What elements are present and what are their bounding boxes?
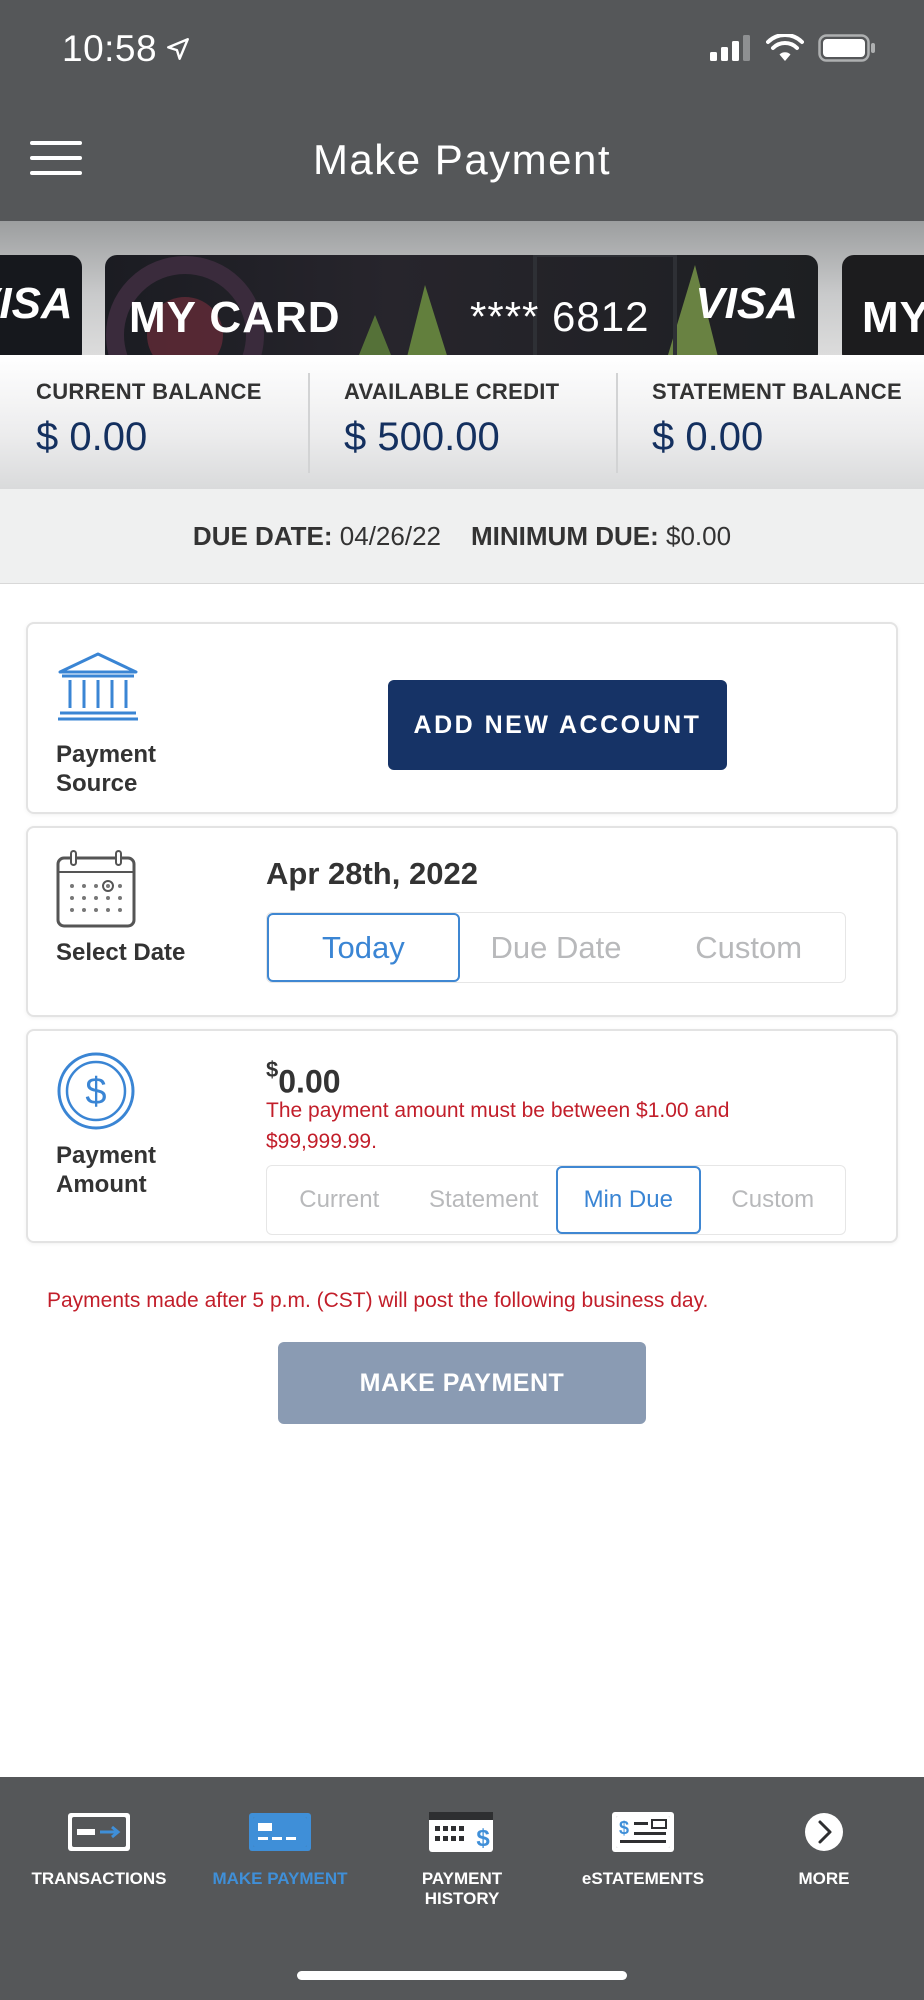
status-time: 10:58 <box>62 28 191 70</box>
nav-label: TRANSACTIONS <box>31 1869 167 1888</box>
current-balance: CURRENT BALANCE $ 0.00 <box>0 355 308 489</box>
balance-label: CURRENT BALANCE <box>36 379 262 404</box>
bottom-navigation: TRANSACTIONS MAKE PAYMENT $ PAYMENT HIST… <box>0 1777 924 2000</box>
amount-option-selector: Current Statement Min Due Custom <box>266 1165 846 1235</box>
dollar-circle-icon: $ <box>56 1051 136 1136</box>
amount-option-custom[interactable]: Custom <box>701 1166 846 1234</box>
balance-summary: CURRENT BALANCE $ 0.00 AVAILABLE CREDIT … <box>0 355 924 489</box>
svg-text:$: $ <box>476 1825 490 1852</box>
label-line: Payment <box>56 741 157 768</box>
location-arrow-icon <box>167 38 190 60</box>
due-date-value: 04/26/22 <box>339 520 441 551</box>
label-line: Payment <box>56 1142 157 1169</box>
transactions-icon <box>14 1807 184 1857</box>
label-line: Amount <box>56 1171 147 1198</box>
balance-label: STATEMENT BALANCE <box>652 379 902 404</box>
due-date-label: DUE DATE: <box>192 520 333 551</box>
nav-label-line: PAYMENT <box>421 1869 503 1888</box>
visa-logo: VISA <box>695 279 798 328</box>
nav-make-payment[interactable]: MAKE PAYMENT <box>195 1807 365 1889</box>
bank-icon <box>56 652 140 727</box>
amount-option-min-due[interactable]: Min Due <box>556 1166 701 1234</box>
nav-estatements[interactable]: $ eSTATEMENTS <box>558 1807 728 1889</box>
nav-payment-history[interactable]: $ PAYMENT HISTORY <box>377 1807 547 1909</box>
selected-date: Apr 28th, 2022 <box>266 856 478 891</box>
due-date: DUE DATE: 04/26/22 <box>193 521 441 552</box>
amount-option-statement[interactable]: Statement <box>412 1166 557 1234</box>
amount-option-current[interactable]: Current <box>267 1166 412 1234</box>
currency-symbol: $ <box>266 1057 279 1082</box>
date-option-custom[interactable]: Custom <box>652 913 845 982</box>
page-title: Make Payment <box>312 136 612 183</box>
make-payment-button[interactable]: MAKE PAYMENT <box>278 1342 646 1424</box>
battery-icon <box>818 34 875 62</box>
minimum-due-value: $0.00 <box>666 520 732 551</box>
balance-value: $ 0.00 <box>36 415 148 459</box>
make-payment-icon <box>195 1807 365 1857</box>
nav-label: PAYMENT HISTORY <box>377 1869 547 1909</box>
payment-amount-label: Payment Amount <box>56 1141 156 1199</box>
status-indicators <box>710 34 876 62</box>
cutoff-notice: Payments made after 5 p.m. (CST) will po… <box>47 1289 709 1312</box>
payment-history-icon: $ <box>377 1807 547 1857</box>
estatements-icon: $ <box>558 1807 728 1857</box>
available-credit: AVAILABLE CREDIT $ 500.00 <box>308 355 616 489</box>
nav-label-line: HISTORY <box>424 1889 500 1908</box>
card-next[interactable]: MY <box>842 255 924 355</box>
amount-error-message: The payment amount must be between $1.00… <box>266 1099 730 1153</box>
visa-logo: VISA <box>0 279 73 328</box>
balance-label: AVAILABLE CREDIT <box>344 379 560 404</box>
svg-text:$: $ <box>619 1818 629 1838</box>
nav-more[interactable]: MORE <box>739 1807 909 1889</box>
svg-text:$: $ <box>85 1071 106 1113</box>
top-header: 10:58 Make Payment <box>0 0 924 221</box>
card-number: **** 6812 <box>470 293 650 340</box>
balance-value: $ 500.00 <box>344 415 500 459</box>
payment-source-panel: Payment Source ADD NEW ACCOUNT <box>26 622 898 814</box>
nav-label: MAKE PAYMENT <box>212 1869 348 1888</box>
nav-label: MORE <box>798 1869 850 1888</box>
balance-value: $ 0.00 <box>652 415 764 459</box>
minimum-due-label: MINIMUM DUE: <box>471 520 659 551</box>
payment-source-label: Payment Source <box>56 740 156 798</box>
home-indicator[interactable] <box>297 1971 627 1980</box>
statement-balance: STATEMENT BALANCE $ 0.00 <box>616 355 924 489</box>
date-option-selector: Today Due Date Custom <box>266 912 846 983</box>
nav-transactions[interactable]: TRANSACTIONS <box>14 1807 184 1889</box>
card-carousel[interactable]: VISA MY CARD **** 6812 VISA MY <box>0 221 924 355</box>
label-line: Source <box>56 770 138 797</box>
select-date-panel: Select Date Apr 28th, 2022 Today Due Dat… <box>26 826 898 1017</box>
card-name: MY CARD <box>129 293 341 342</box>
card-previous[interactable]: VISA <box>0 255 82 355</box>
more-icon <box>739 1807 909 1857</box>
clock-text: 10:58 <box>62 28 158 69</box>
date-option-due-date[interactable]: Due Date <box>460 913 653 982</box>
calendar-icon[interactable] <box>56 850 136 933</box>
select-date-label: Select Date <box>56 939 186 966</box>
card-name: MY <box>862 293 924 342</box>
minimum-due: MINIMUM DUE: $0.00 <box>471 521 731 552</box>
wifi-icon <box>766 34 804 61</box>
payment-amount-panel: $ Payment Amount $0.00 The payment amoun… <box>26 1029 898 1243</box>
nav-label: eSTATEMENTS <box>581 1869 705 1888</box>
due-info-bar: DUE DATE: 04/26/22 MINIMUM DUE: $0.00 <box>0 489 924 584</box>
add-new-account-button[interactable]: ADD NEW ACCOUNT <box>388 680 727 770</box>
cellular-signal-icon <box>710 35 750 61</box>
card-selected[interactable]: MY CARD **** 6812 VISA <box>105 255 818 355</box>
date-option-today[interactable]: Today <box>267 913 460 982</box>
